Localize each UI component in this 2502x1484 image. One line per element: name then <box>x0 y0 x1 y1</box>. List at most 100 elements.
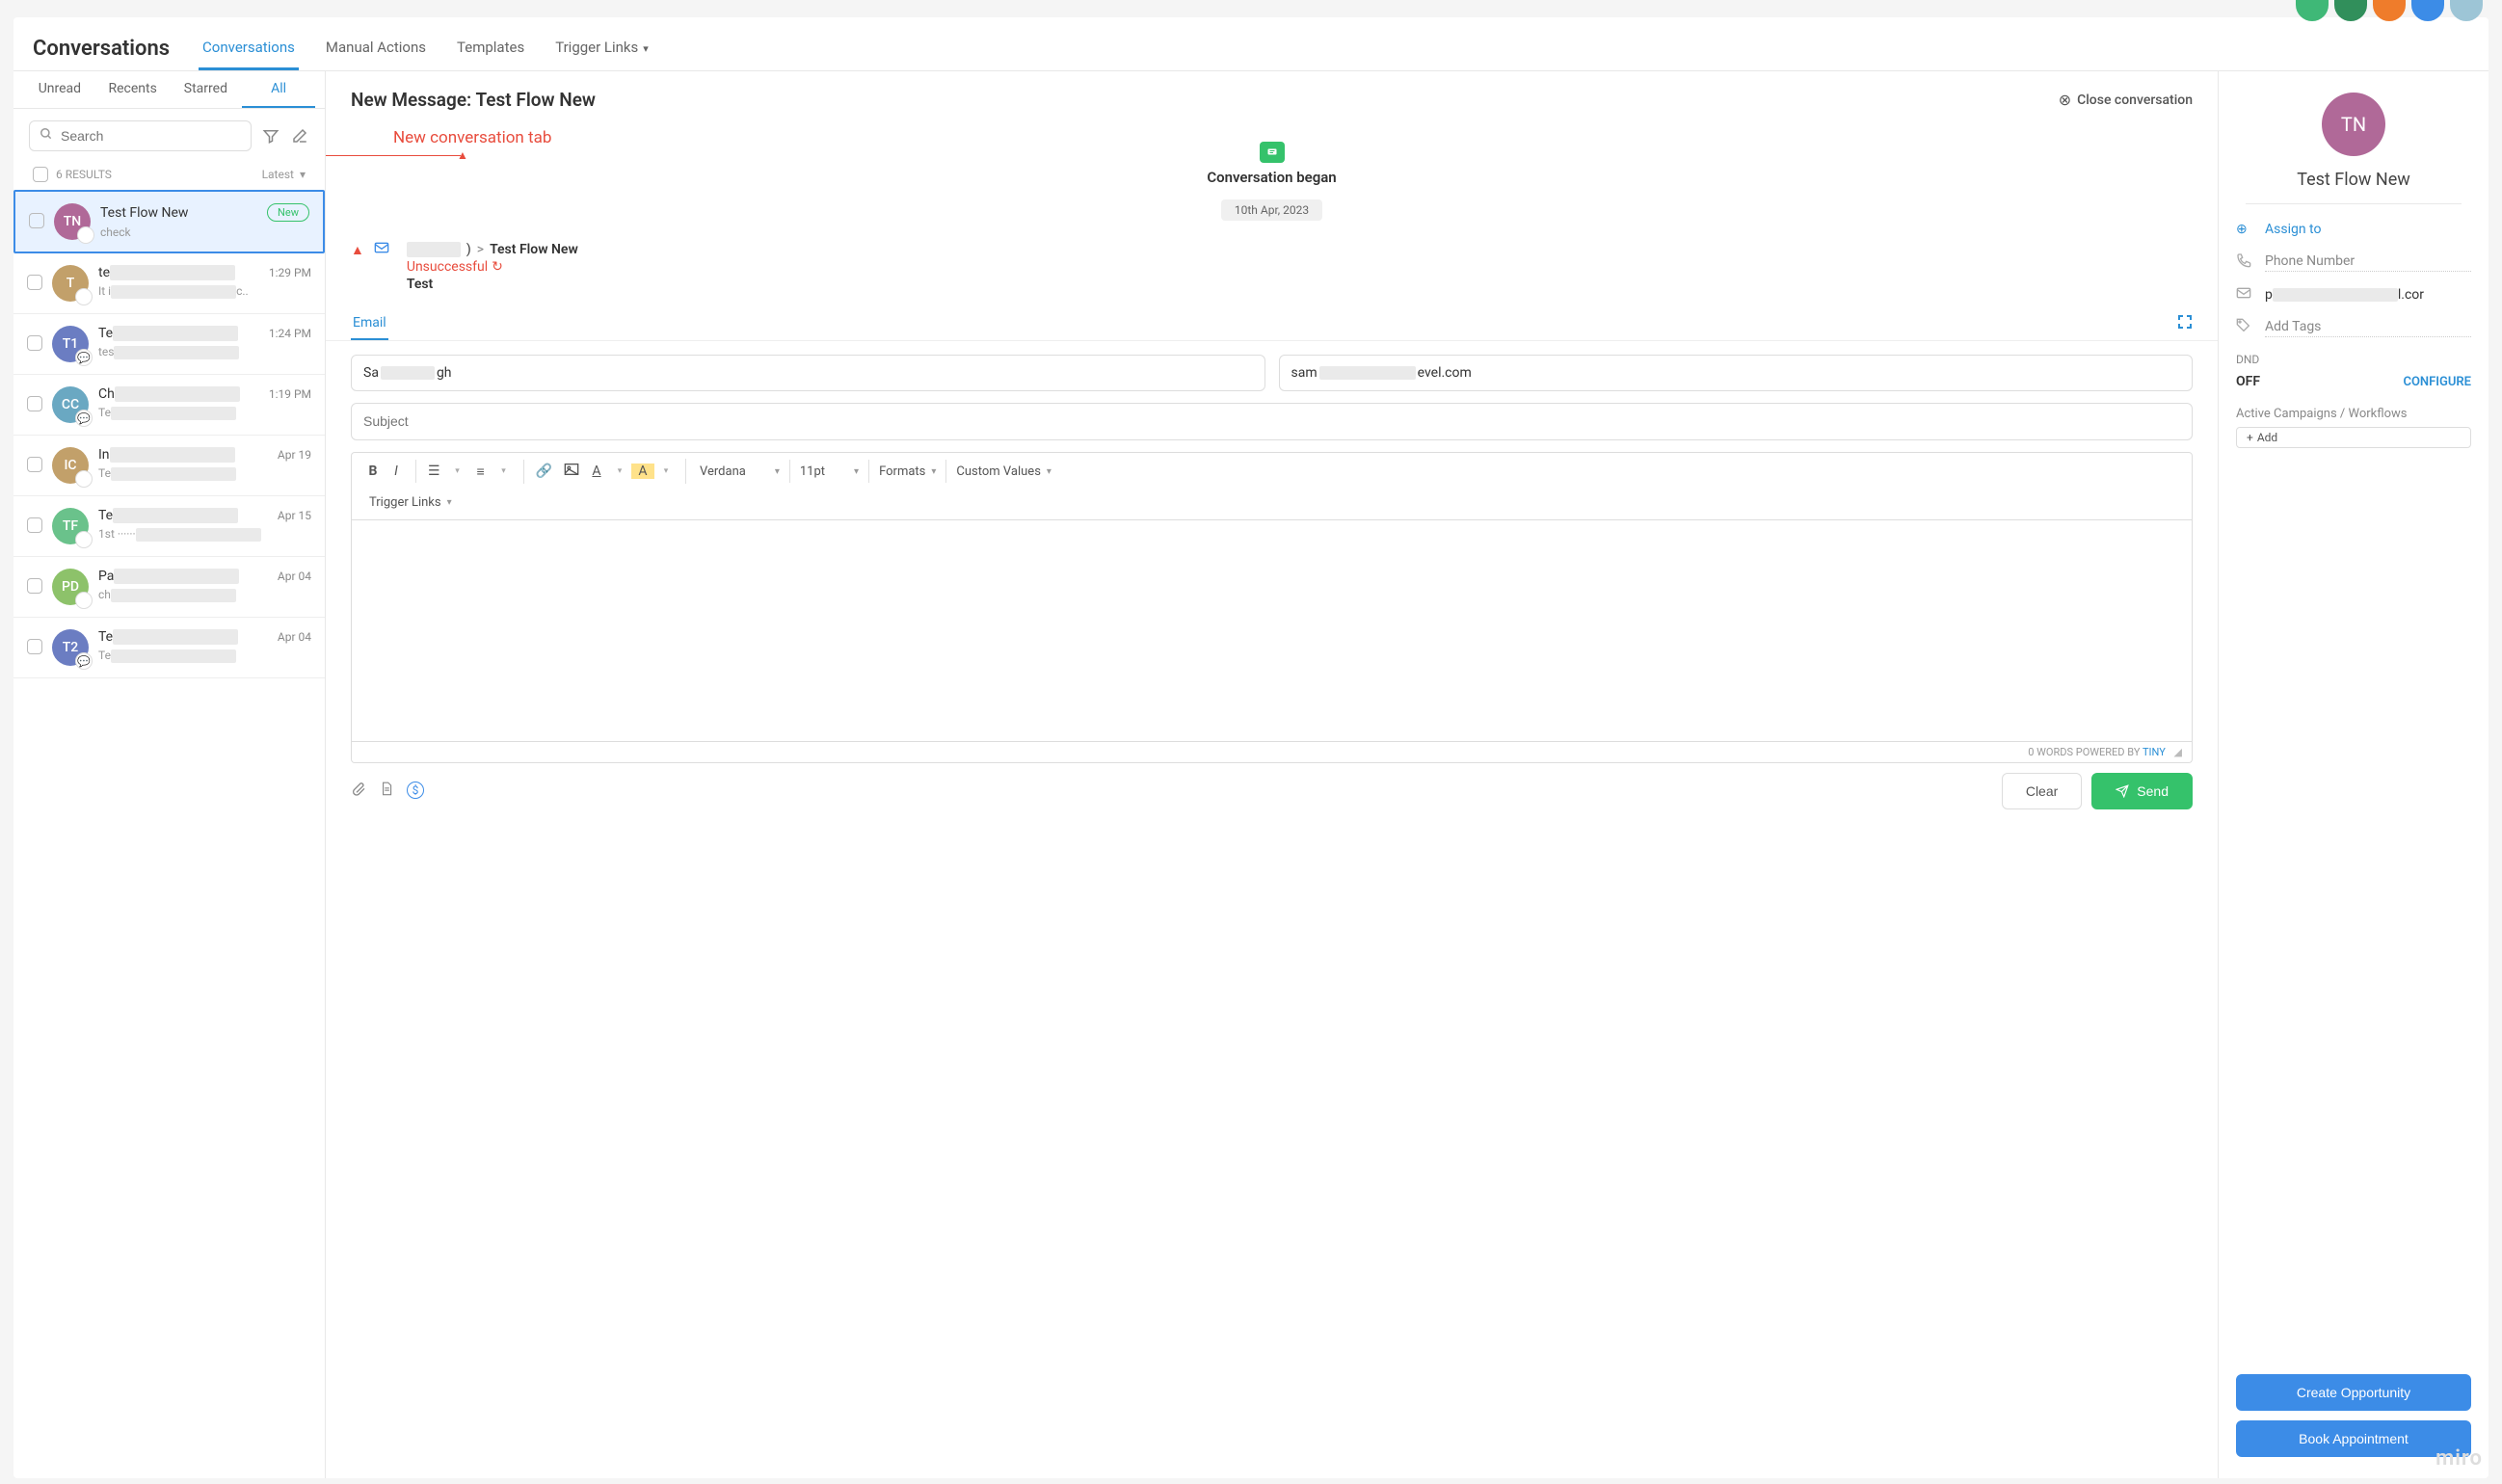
highlight-button[interactable]: A <box>631 464 654 479</box>
retry-icon[interactable]: ↻ <box>492 259 503 275</box>
channel-badge-icon: @ <box>77 226 94 244</box>
message-title: New Message: Test Flow New <box>351 89 596 111</box>
list-item-preview: check <box>100 225 309 239</box>
recipient-name: Test Flow New <box>490 242 578 257</box>
search-input[interactable] <box>61 128 241 144</box>
email-field[interactable]: pl.cor <box>2265 287 2471 303</box>
channel-badge-icon: @ <box>75 470 93 488</box>
link-button[interactable]: 🔗 <box>530 460 558 483</box>
chevron-down-icon: ▾ <box>643 42 649 55</box>
send-button[interactable]: Send <box>2091 773 2193 809</box>
conversation-item[interactable]: T @ te 1:29 PM It ic.. <box>13 253 325 314</box>
bullet-list-button[interactable]: ☰ <box>422 460 446 483</box>
conversation-item[interactable]: TN @ Test Flow New New check <box>13 190 325 253</box>
item-checkbox[interactable] <box>27 517 42 533</box>
channel-badge-icon: @ <box>75 531 93 548</box>
configure-button[interactable]: CONFIGURE <box>2403 375 2471 389</box>
filter-tab-all[interactable]: All <box>242 71 315 108</box>
font-family-select[interactable]: Verdana▾ <box>692 461 787 483</box>
item-checkbox[interactable] <box>27 396 42 411</box>
filter-tab-unread[interactable]: Unread <box>23 71 96 108</box>
payment-icon[interactable]: $ <box>407 782 424 799</box>
tags-field[interactable]: Add Tags <box>2265 319 2471 337</box>
item-checkbox[interactable] <box>29 213 44 228</box>
list-item-time: 1:29 PM <box>269 266 311 279</box>
mail-icon <box>2236 287 2253 303</box>
from-field[interactable]: Sagh <box>351 355 1265 391</box>
tiny-link[interactable]: TINY <box>2143 746 2166 758</box>
add-campaign-button[interactable]: + Add <box>2236 427 2471 448</box>
conversation-item[interactable]: TF @ Te Apr 15 1st ······ <box>13 496 325 557</box>
phone-field[interactable]: Phone Number <box>2265 253 2471 272</box>
nav-tab-manual-actions[interactable]: Manual Actions <box>322 27 430 70</box>
editor-footer: 0 WORDS POWERED BY TINY ◢ <box>351 742 2193 763</box>
list-item-time: Apr 04 <box>278 570 311 583</box>
expand-icon[interactable] <box>2177 314 2193 333</box>
nav-tab-trigger-links[interactable]: Trigger Links▾ <box>551 27 652 70</box>
search-icon <box>40 127 53 145</box>
list-item-preview: It ic.. <box>98 284 311 299</box>
formats-select[interactable]: Formats▾ <box>871 461 944 483</box>
custom-values-select[interactable]: Custom Values▾ <box>948 461 1059 483</box>
channel-badge-icon: 💬 <box>75 349 93 366</box>
conversation-item[interactable]: PD @ Pa Apr 04 ch <box>13 557 325 618</box>
subject-field[interactable] <box>351 403 2193 440</box>
contact-avatar: CC 💬 <box>52 386 89 423</box>
message-subject: Test <box>407 277 578 292</box>
nav-tab-conversations[interactable]: Conversations <box>199 27 299 70</box>
dropdown-icon[interactable]: ▾ <box>608 463 631 480</box>
search-box[interactable] <box>29 120 252 151</box>
item-checkbox[interactable] <box>27 578 42 594</box>
compose-icon[interactable] <box>290 126 309 146</box>
to-field[interactable]: samevel.com <box>1279 355 2194 391</box>
compose-tab-email[interactable]: Email <box>351 307 388 340</box>
close-conversation-button[interactable]: ⊗ Close conversation <box>2059 91 2193 109</box>
assign-to-button[interactable]: ⊕ Assign to <box>2236 222 2471 237</box>
trigger-links-select[interactable]: Trigger Links▾ <box>361 491 460 514</box>
contact-name: Test Flow New <box>2236 170 2471 203</box>
contact-avatar: TN <box>2322 93 2385 156</box>
list-item-name: Test Flow New <box>100 205 188 221</box>
nav-tab-templates[interactable]: Templates <box>453 27 528 70</box>
list-item-preview: Te <box>98 649 311 663</box>
clear-button[interactable]: Clear <box>2002 773 2082 809</box>
conversation-item[interactable]: T2 💬 Te Apr 04 Te <box>13 618 325 678</box>
list-item-time: Apr 04 <box>278 630 311 644</box>
text-color-button[interactable]: A <box>585 460 608 483</box>
list-item-preview: 1st ······ <box>98 527 311 542</box>
channel-badge-icon: 💬 <box>75 410 93 427</box>
number-list-button[interactable]: ≡ <box>469 460 492 484</box>
font-size-select[interactable]: 11pt▾ <box>792 461 866 483</box>
filter-tab-starred[interactable]: Starred <box>170 71 243 108</box>
filter-tab-recents[interactable]: Recents <box>96 71 170 108</box>
document-icon[interactable] <box>380 782 393 801</box>
dropdown-icon[interactable]: ▾ <box>654 463 678 480</box>
editor-body[interactable] <box>351 520 2193 742</box>
create-opportunity-button[interactable]: Create Opportunity <box>2236 1374 2471 1411</box>
warning-icon: ▲ <box>351 242 364 258</box>
list-item-name: Pa <box>98 569 239 584</box>
dnd-value: OFF <box>2236 374 2260 389</box>
contact-avatar: TN @ <box>54 203 91 240</box>
sort-dropdown[interactable]: Latest ▾ <box>262 168 306 181</box>
list-item-name: Te <box>98 629 238 645</box>
item-checkbox[interactable] <box>27 275 42 290</box>
item-checkbox[interactable] <box>27 457 42 472</box>
dropdown-icon[interactable]: ▾ <box>492 463 516 480</box>
conversation-item[interactable]: CC 💬 Ch 1:19 PM Te <box>13 375 325 436</box>
italic-button[interactable]: I <box>385 460 408 483</box>
bold-button[interactable]: B <box>361 460 385 483</box>
channel-badge-icon: 💬 <box>75 652 93 670</box>
item-checkbox[interactable] <box>27 639 42 654</box>
attach-icon[interactable] <box>351 782 366 801</box>
conversation-item[interactable]: IC @ In Apr 19 Te <box>13 436 325 496</box>
image-button[interactable] <box>558 459 585 484</box>
resize-handle-icon[interactable]: ◢ <box>2174 746 2182 758</box>
select-all-checkbox[interactable] <box>33 167 48 182</box>
conversation-item[interactable]: T1 💬 Te 1:24 PM tes <box>13 314 325 375</box>
plus-icon: + <box>2247 431 2253 444</box>
dropdown-icon[interactable]: ▾ <box>446 463 469 480</box>
filter-icon[interactable] <box>261 126 280 146</box>
watermark: miro <box>2435 1446 2483 1471</box>
item-checkbox[interactable] <box>27 335 42 351</box>
